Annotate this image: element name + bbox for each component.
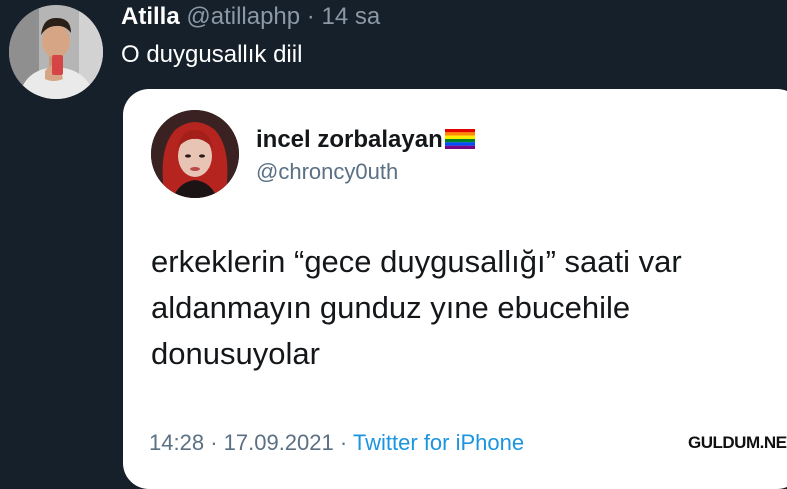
author-handle[interactable]: @atillaphp (186, 3, 300, 30)
quoted-author-name-row[interactable]: incel zorbalayan (256, 126, 475, 154)
tweet-timestamp[interactable]: 14 sa (321, 3, 380, 30)
meta-separator: · (210, 430, 218, 455)
quoted-tweet-date[interactable]: 17.09.2021 (224, 430, 334, 455)
quoted-author-avatar[interactable] (151, 110, 239, 198)
tweet-text: O duygusallık diil (121, 41, 303, 68)
quoted-tweet-text: erkeklerin “gece duygusallığı” saati var… (151, 239, 787, 377)
quoted-tweet-card[interactable]: incel zorbalayan @chroncy0uth erkeklerin… (123, 89, 787, 489)
tweet-header: Atilla @atillaphp · 14 sa (121, 2, 380, 32)
quoted-tweet-line: donusuyolar (151, 336, 320, 371)
author-avatar[interactable] (9, 5, 103, 99)
site-watermark: GULDUM.NET (688, 433, 787, 452)
author-display-name[interactable]: Atilla (121, 3, 180, 30)
quoted-tweet-meta: 14:28 · 17.09.2021 · Twitter for iPhone (149, 430, 524, 456)
meta-separator: · (339, 430, 348, 455)
quoted-tweet-time[interactable]: 14:28 (149, 430, 204, 455)
quoted-tweet-line: aldanmayın gunduz yıne ebucehile (151, 290, 631, 325)
quoted-tweet-line: erkeklerin “gece duygusallığı” saati var (151, 244, 682, 279)
rainbow-flag-icon (444, 128, 475, 149)
quoted-author-display-name[interactable]: incel zorbalayan (256, 126, 443, 153)
header-separator: · (306, 3, 315, 30)
quoted-author-handle[interactable]: @chroncy0uth (256, 159, 398, 185)
tweet-source-link[interactable]: Twitter for iPhone (353, 430, 524, 455)
